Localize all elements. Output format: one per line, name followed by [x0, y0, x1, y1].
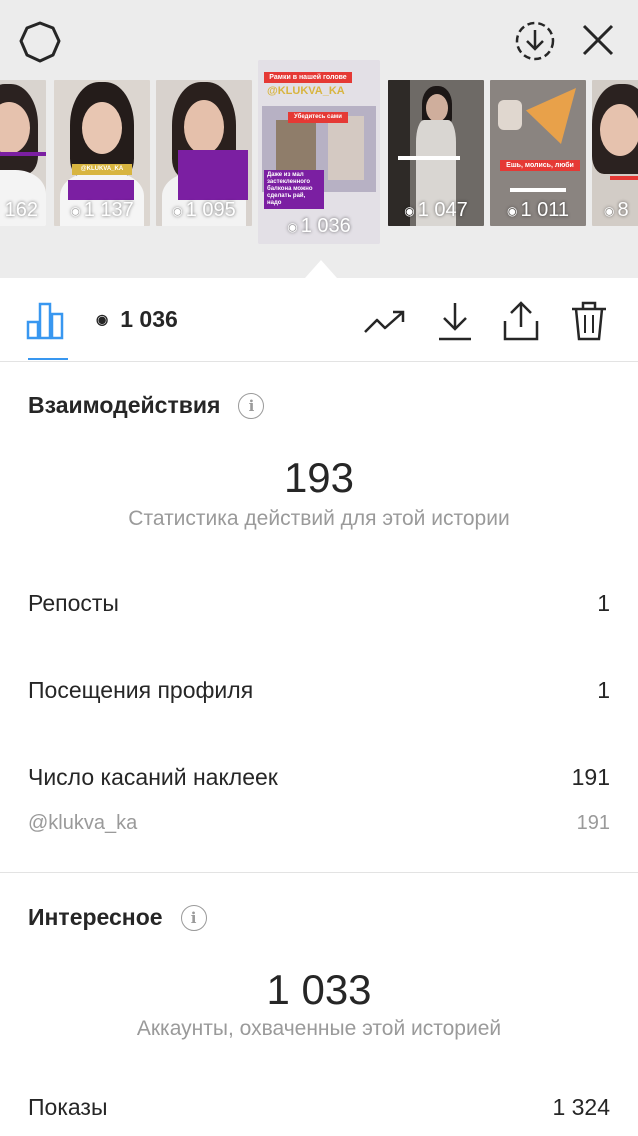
thumbnail-caption: @KLUKVA_KA [72, 164, 132, 175]
settings-gear-icon[interactable] [16, 18, 64, 66]
stat-value: 191 [576, 812, 610, 834]
close-icon[interactable] [574, 16, 622, 64]
story-thumbnail-strip[interactable]: 162 @KLUKVA_KA ◉ 1 137 ◉ 1 095 Рамки в н… [0, 60, 638, 250]
stat-label: Показы [28, 1094, 108, 1120]
stat-label: Число касаний наклеек [28, 764, 278, 790]
story-thumbnail[interactable]: 162 [0, 80, 46, 226]
eye-icon: ◉ [70, 203, 81, 218]
interactions-caption: Статистика действий для этой истории [128, 507, 510, 530]
story-thumbnail[interactable]: @KLUKVA_KA ◉ 1 137 [54, 80, 150, 226]
discovery-section-title: Интересное i [28, 904, 207, 931]
trend-icon[interactable] [362, 298, 408, 344]
info-icon[interactable]: i [238, 392, 265, 419]
archive-download-icon[interactable] [510, 16, 560, 66]
stat-value: 191 [571, 764, 610, 790]
discovery-caption: Аккаунты, охваченные этой историей [136, 1017, 502, 1040]
stat-label: Посещения профиля [28, 677, 254, 703]
discovery-total: 1 033 [266, 966, 372, 1013]
eye-icon: ◉ [506, 203, 518, 218]
stat-row-profile-visits: Посещения профиля 1 [28, 677, 610, 704]
stat-value: 1 [597, 677, 610, 703]
eye-icon: ◉ [96, 311, 109, 327]
thumbnail-view-count: ◉ 1 137 [70, 199, 134, 221]
section-title-text: Интересное [28, 904, 163, 930]
story-view-count: ◉ 1 036 [96, 306, 178, 333]
story-thumbnail[interactable]: ◉ 8 [592, 80, 638, 226]
stat-row-mention-sticker[interactable]: @klukva_ka 191 [28, 812, 610, 835]
thumbnail-view-count: 162 [4, 199, 38, 221]
thumbnail-view-count: ◉ 1 047 [404, 199, 468, 221]
eye-icon: ◉ [404, 203, 415, 218]
download-icon[interactable] [432, 298, 478, 344]
section-divider [0, 872, 638, 873]
stat-value: 1 324 [552, 1094, 610, 1120]
share-icon[interactable] [498, 298, 544, 344]
stat-row-sticker-taps: Число касаний наклеек 191 [28, 764, 610, 791]
thumbnail-view-count: ◉ 1 011 [506, 199, 570, 221]
thumbnail-caption: Даже из мал застекленного балкона можно … [264, 170, 324, 209]
story-thumbnail[interactable]: ◉ 1 047 [388, 80, 484, 226]
stat-row-impressions: Показы 1 324 [28, 1094, 610, 1121]
stat-row-reposts: Репосты 1 [28, 590, 610, 617]
eye-icon: ◉ [604, 203, 615, 218]
stat-label: @klukva_ka [28, 812, 138, 834]
interactions-total: 193 [283, 454, 355, 501]
thumbnail-handle: @KLUKVA_KA [267, 85, 345, 97]
thumbnail-title: Рамки в нашей голове [264, 72, 352, 83]
eye-icon: ◉ [287, 219, 298, 234]
eye-icon: ◉ [172, 203, 183, 218]
story-thumbnail[interactable]: ◉ 1 095 [156, 80, 252, 226]
bar-chart-icon[interactable] [26, 300, 70, 340]
thumbnail-view-count: ◉ 1 095 [172, 199, 236, 221]
thumbnail-view-count: ◉ 1 036 [287, 215, 351, 237]
story-thumbnail-selected[interactable]: Рамки в нашей голове @KLUKVA_KA Убедитес… [258, 60, 380, 244]
stat-label: Репосты [28, 590, 119, 616]
thumbnail-view-count: ◉ 8 [604, 199, 629, 221]
trash-icon[interactable] [566, 298, 612, 344]
info-icon[interactable]: i [180, 904, 207, 931]
section-title-text: Взаимодействия [28, 392, 221, 418]
thumbnail-caption: Убедитесь сами [288, 112, 348, 123]
story-thumbnail[interactable]: Ешь, молись, люби ◉ 1 011 [490, 80, 586, 226]
stat-value: 1 [597, 590, 610, 616]
thumbnail-caption: Ешь, молись, люби [500, 160, 580, 171]
active-tab-indicator [28, 358, 68, 360]
interactions-section-title: Взаимодействия i [28, 392, 265, 419]
story-toolbar: ◉ 1 036 [0, 278, 638, 362]
selected-story-pointer [305, 260, 337, 278]
view-count-value: 1 036 [120, 306, 178, 332]
